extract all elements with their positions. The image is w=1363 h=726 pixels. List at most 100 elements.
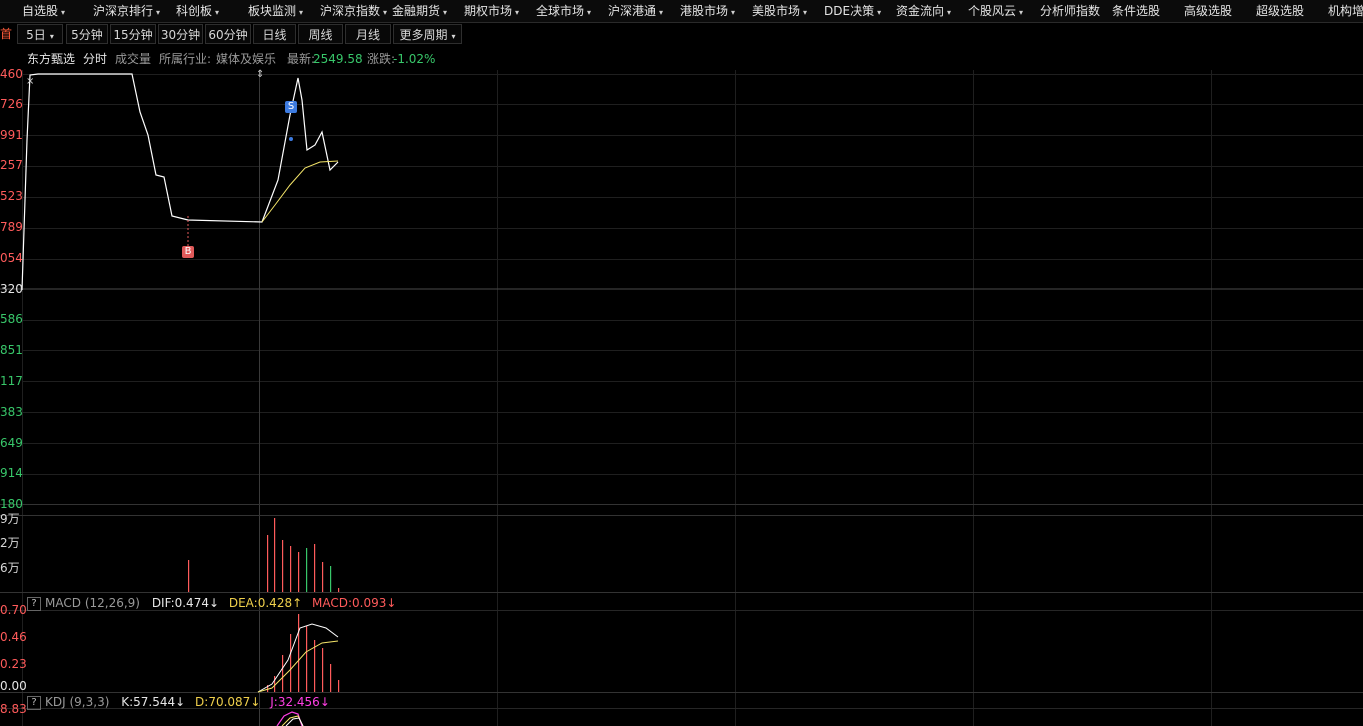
axis-tick-label: 851 bbox=[0, 343, 23, 357]
volume-bar bbox=[322, 562, 324, 592]
macd-title[interactable]: MACD bbox=[45, 596, 81, 610]
axis-tick-label: 117 bbox=[0, 374, 23, 388]
menu-item[interactable]: 全球市场 ▾ bbox=[536, 0, 591, 22]
axis-tick-label: 586 bbox=[0, 312, 23, 326]
kdj-j-value: 32.456 bbox=[277, 695, 320, 709]
chevron-down-icon: ▾ bbox=[947, 8, 952, 17]
kdj-d-arrow: ↓ bbox=[250, 695, 261, 709]
menu-item[interactable]: 港股市场 ▾ bbox=[680, 0, 735, 22]
menu-item-label: 资金流向 bbox=[896, 4, 945, 18]
menu-item[interactable]: 资金流向 ▾ bbox=[896, 0, 951, 22]
macd-bar bbox=[322, 648, 324, 692]
volume-bar bbox=[306, 548, 308, 592]
macd-histogram bbox=[257, 614, 340, 693]
kdj-d-label: D: bbox=[195, 695, 209, 709]
macd-dif-label: DIF: bbox=[151, 596, 175, 610]
menu-item[interactable]: DDE决策 ▾ bbox=[824, 0, 881, 22]
volume-bar bbox=[338, 588, 340, 592]
buy-marker[interactable]: B bbox=[182, 246, 194, 258]
axis-tick-label: 383 bbox=[0, 405, 23, 419]
chevron-down-icon: ▾ bbox=[515, 8, 520, 17]
axis-tick-label: 460 bbox=[0, 67, 23, 81]
axis-tick-label: 991 bbox=[0, 128, 23, 142]
macd-bar bbox=[298, 614, 300, 692]
menu-item[interactable]: 条件选股 bbox=[1112, 0, 1160, 22]
volume-bar bbox=[330, 566, 332, 592]
menu-item-label: 期权市场 bbox=[464, 4, 513, 18]
menu-item-label: 沪深港通 bbox=[608, 4, 657, 18]
macd-dea-arrow: ↑ bbox=[292, 596, 303, 610]
axis-tick-label: 0.00 bbox=[0, 679, 27, 693]
menu-item-label: 港股市场 bbox=[680, 4, 729, 18]
axis-tick-label: 320 bbox=[0, 282, 23, 296]
period-tab[interactable]: 日线 bbox=[253, 24, 296, 44]
kdj-title[interactable]: KDJ bbox=[45, 695, 66, 709]
period-tab[interactable]: 周线 bbox=[298, 24, 343, 44]
macd-bar bbox=[330, 664, 332, 692]
kdj-header: ? KDJ (9,3,3) K:57.544↓ D:70.087↓ J:32.45… bbox=[27, 694, 330, 710]
menu-item[interactable]: 沪深港通 ▾ bbox=[608, 0, 663, 22]
menu-item-label: 美股市场 bbox=[752, 4, 801, 18]
menu-item-label: 沪深京指数 bbox=[320, 4, 381, 18]
kdj-d-value: 70.087 bbox=[208, 695, 251, 709]
sell-marker-dot bbox=[289, 137, 293, 141]
start-marker-icon: × bbox=[26, 76, 34, 87]
menu-item-label: 高级选股 bbox=[1184, 4, 1233, 18]
menu-item[interactable]: 期权市场 ▾ bbox=[464, 0, 519, 22]
chevron-down-icon: ▾ bbox=[61, 8, 66, 17]
volume-bar bbox=[274, 518, 276, 592]
macd-bar bbox=[282, 655, 284, 692]
chevron-down-icon: ▾ bbox=[659, 8, 664, 17]
axis-tick-label: 914 bbox=[0, 466, 23, 480]
top-menu-bar: 自选股 ▾ 沪深京排行 ▾ 科创板 ▾ 板块监测 ▾ 沪深京指数 ▾ 金融期货 ▾ 期权市场 ▾ 全球市场 ▾… bbox=[0, 0, 1363, 23]
axis-tick-label: 0.70 bbox=[0, 603, 27, 617]
tab-lead-marker[interactable]: 首 bbox=[0, 24, 14, 44]
chevron-down-icon: ▾ bbox=[49, 32, 54, 41]
macd-value: 0.093 bbox=[352, 596, 387, 610]
menu-item[interactable]: 分析师指数 bbox=[1040, 0, 1100, 22]
period-tab-label: 更多周期 bbox=[399, 28, 448, 42]
menu-item[interactable]: 高级选股 bbox=[1184, 0, 1232, 22]
period-tab[interactable]: 60分钟 bbox=[205, 24, 251, 44]
menu-item[interactable]: 沪深京排行 ▾ bbox=[93, 0, 160, 22]
menu-item-label: 自选股 bbox=[22, 4, 59, 18]
period-tab[interactable]: 5日 ▾ bbox=[17, 24, 63, 44]
menu-item[interactable]: 自选股 ▾ bbox=[22, 0, 65, 22]
menu-item[interactable]: 沪深京指数 ▾ bbox=[320, 0, 387, 22]
period-tab[interactable]: 30分钟 bbox=[158, 24, 203, 44]
axis-tick-label: 726 bbox=[0, 97, 23, 111]
period-tab[interactable]: 5分钟 bbox=[66, 24, 108, 44]
menu-item[interactable]: 板块监测 ▾ bbox=[248, 0, 303, 22]
period-tab-label: 周线 bbox=[308, 28, 333, 42]
kdj-j-arrow: ↓ bbox=[319, 695, 330, 709]
menu-item-label: DDE决策 bbox=[824, 4, 875, 18]
help-icon[interactable]: ? bbox=[27, 596, 41, 611]
menu-item-label: 沪深京排行 bbox=[93, 4, 154, 18]
menu-item[interactable]: 金融期货 ▾ bbox=[392, 0, 447, 22]
menu-item-label: 板块监测 bbox=[248, 4, 297, 18]
volume-bar bbox=[298, 552, 300, 592]
chevron-down-icon: ▾ bbox=[443, 8, 448, 17]
volume-bar bbox=[282, 540, 284, 592]
period-tab[interactable]: 15分钟 bbox=[110, 24, 156, 44]
axis-tick-label: 789 bbox=[0, 220, 23, 234]
period-tab[interactable]: 月线 bbox=[345, 24, 391, 44]
menu-item[interactable]: 美股市场 ▾ bbox=[752, 0, 807, 22]
menu-item[interactable]: 机构增 bbox=[1328, 0, 1363, 22]
menu-item-label: 科创板 bbox=[176, 4, 213, 18]
volume-bar bbox=[267, 535, 269, 592]
axis-tick-label: 9万 bbox=[0, 512, 20, 526]
menu-item[interactable]: 超级选股 bbox=[1256, 0, 1304, 22]
menu-item[interactable]: 个股风云 ▾ bbox=[968, 0, 1023, 22]
menu-item-label: 金融期货 bbox=[392, 4, 441, 18]
kdj-k-value: 57.544 bbox=[133, 695, 176, 709]
macd-bar bbox=[306, 626, 308, 692]
period-tab[interactable]: 更多周期 ▾ bbox=[393, 24, 462, 44]
sell-marker[interactable]: S bbox=[285, 101, 297, 113]
chevron-down-icon: ▾ bbox=[451, 32, 456, 41]
help-icon[interactable]: ? bbox=[27, 695, 41, 710]
menu-item[interactable]: 科创板 ▾ bbox=[176, 0, 219, 22]
chart-grid bbox=[22, 70, 1363, 726]
kdj-k-arrow: ↓ bbox=[175, 695, 186, 709]
chart-area[interactable]: ⇕ × bbox=[0, 60, 1363, 726]
